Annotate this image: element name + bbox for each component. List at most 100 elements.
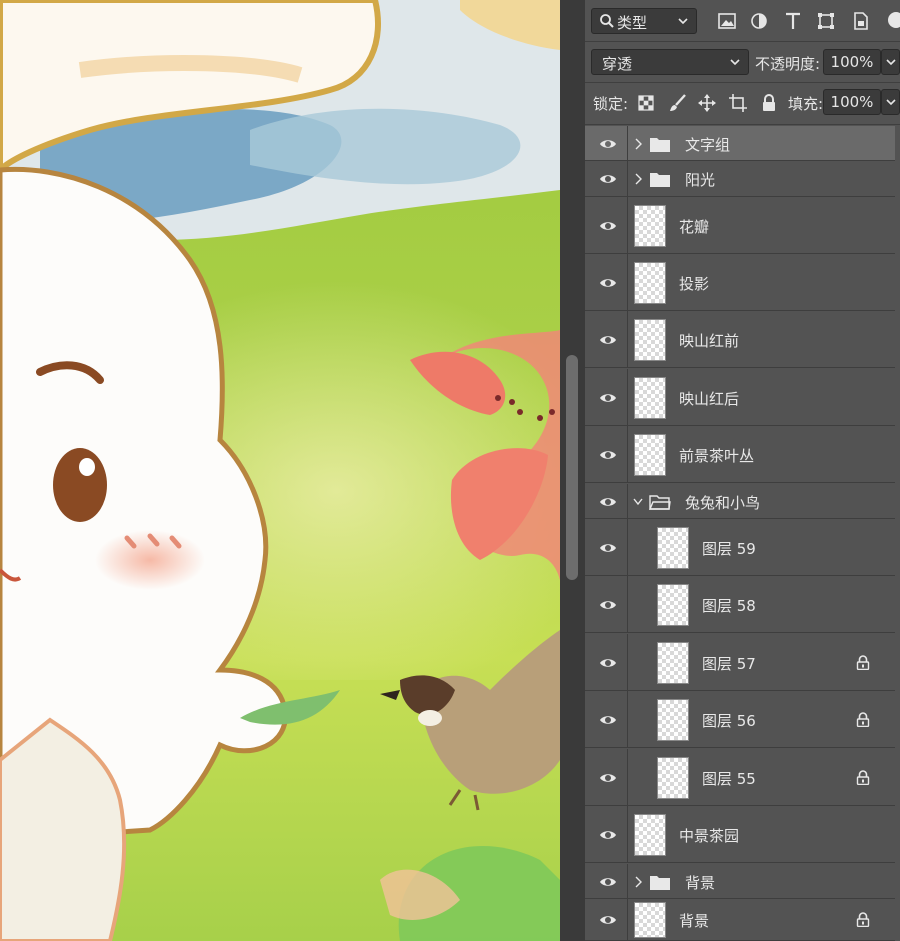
chevron-down-icon[interactable] [633, 496, 643, 508]
eye-icon[interactable] [599, 714, 617, 726]
lock-position-button[interactable] [696, 92, 718, 114]
layer-thumbnail [657, 583, 689, 626]
layer-row[interactable]: 图层 56 [585, 691, 895, 748]
layer-row[interactable]: 图层 59 [585, 519, 895, 576]
filter-type-dropdown[interactable]: 类型 [591, 8, 697, 34]
image-filter-button[interactable] [716, 10, 738, 32]
divider [585, 41, 900, 42]
layer-name[interactable]: 背景 [679, 910, 709, 931]
divider [627, 691, 628, 748]
document-canvas[interactable] [0, 0, 560, 941]
eye-icon[interactable] [599, 599, 617, 611]
layer-row[interactable]: 背景 [585, 899, 895, 941]
chevron-right-icon[interactable] [633, 876, 643, 888]
layer-thumbnail [657, 756, 689, 799]
divider [627, 161, 628, 197]
layer-name[interactable]: 映山红后 [679, 388, 739, 409]
eye-icon[interactable] [599, 542, 617, 554]
layer-name[interactable]: 前景茶叶丛 [679, 445, 754, 466]
shape-filter-button[interactable] [815, 10, 837, 32]
divider [627, 311, 628, 368]
layer-name[interactable]: 图层 59 [702, 538, 756, 559]
chevron-down-icon [678, 18, 688, 25]
eye-icon[interactable] [599, 392, 617, 404]
checker-lock-icon [638, 95, 654, 111]
layer-name[interactable]: 文字组 [685, 134, 730, 155]
eye-icon[interactable] [599, 173, 617, 185]
layer-row[interactable]: 中景茶园 [585, 806, 895, 863]
lock-all-button[interactable] [758, 92, 780, 114]
opacity-input[interactable]: 100% [823, 49, 881, 75]
fill-label: 填充: [788, 95, 824, 113]
layer-group-row[interactable]: 兔兔和小鸟 [585, 484, 895, 519]
smart-object-filter-button[interactable] [850, 10, 872, 32]
layer-row[interactable]: 投影 [585, 254, 895, 311]
divider [627, 484, 628, 519]
artboard-lock-icon [729, 94, 747, 112]
layer-row[interactable]: 图层 58 [585, 576, 895, 633]
chevron-down-icon [885, 59, 896, 66]
layer-group-row[interactable]: 阳光 [585, 161, 895, 197]
layer-thumbnail [657, 526, 689, 569]
chevron-right-icon[interactable] [633, 138, 643, 150]
layer-thumbnail [634, 433, 666, 476]
canvas-scrollbar-thumb[interactable] [566, 355, 578, 580]
eye-icon[interactable] [599, 334, 617, 346]
layer-name[interactable]: 阳光 [685, 169, 715, 190]
chevron-right-icon[interactable] [633, 173, 643, 185]
layer-row[interactable]: 图层 55 [585, 749, 895, 806]
layer-name[interactable]: 中景茶园 [679, 825, 739, 846]
layer-name[interactable]: 图层 58 [702, 595, 756, 616]
move-lock-icon [698, 94, 716, 112]
lock-artboard-button[interactable] [727, 92, 749, 114]
lock-icon [856, 654, 870, 670]
type-filter-button[interactable] [782, 10, 804, 32]
eye-icon[interactable] [599, 220, 617, 232]
fill-dropdown-button[interactable] [881, 89, 900, 115]
eye-icon[interactable] [599, 449, 617, 461]
opacity-label: 不透明度: [755, 55, 821, 73]
folder-icon [650, 173, 670, 187]
layer-name[interactable]: 背景 [685, 872, 715, 893]
opacity-value: 100% [830, 53, 874, 71]
layer-row[interactable]: 花瓣 [585, 197, 895, 254]
layer-group-row[interactable]: 背景 [585, 864, 895, 899]
shape-filter-icon [818, 13, 834, 29]
layer-row[interactable]: 映山红前 [585, 311, 895, 368]
eye-icon[interactable] [599, 914, 617, 926]
divider [627, 749, 628, 806]
eye-icon[interactable] [599, 496, 617, 508]
eye-icon[interactable] [599, 876, 617, 888]
eye-icon[interactable] [599, 277, 617, 289]
layer-name[interactable]: 花瓣 [679, 216, 709, 237]
eye-icon[interactable] [599, 138, 617, 150]
lock-image-pixels-button[interactable] [667, 92, 689, 114]
lock-transparent-pixels-button[interactable] [635, 92, 657, 114]
adjustment-filter-button[interactable] [748, 10, 770, 32]
layer-row[interactable]: 映山红后 [585, 369, 895, 426]
fill-input[interactable]: 100% [823, 89, 881, 115]
layer-row[interactable]: 图层 57 [585, 634, 895, 691]
illustration [0, 0, 560, 941]
layer-thumbnail [634, 813, 666, 856]
divider [627, 369, 628, 426]
opacity-dropdown-button[interactable] [881, 49, 900, 75]
layer-name[interactable]: 图层 56 [702, 710, 756, 731]
chevron-down-icon [885, 99, 896, 106]
divider [585, 124, 900, 125]
blend-mode-value: 穿透 [602, 55, 633, 73]
eye-icon[interactable] [599, 829, 617, 841]
layer-name[interactable]: 图层 57 [702, 653, 756, 674]
layer-group-row[interactable]: 文字组 [585, 126, 895, 161]
filter-toggle[interactable] [888, 12, 900, 28]
eye-icon[interactable] [599, 772, 617, 784]
eye-icon[interactable] [599, 657, 617, 669]
adjustment-filter-icon [751, 13, 767, 29]
divider [627, 634, 628, 691]
layer-row[interactable]: 前景茶叶丛 [585, 426, 895, 483]
layer-name[interactable]: 图层 55 [702, 768, 756, 789]
layer-name[interactable]: 兔兔和小鸟 [685, 492, 760, 513]
blend-mode-dropdown[interactable]: 穿透 [591, 49, 749, 75]
layer-name[interactable]: 映山红前 [679, 330, 739, 351]
layer-name[interactable]: 投影 [679, 273, 709, 294]
